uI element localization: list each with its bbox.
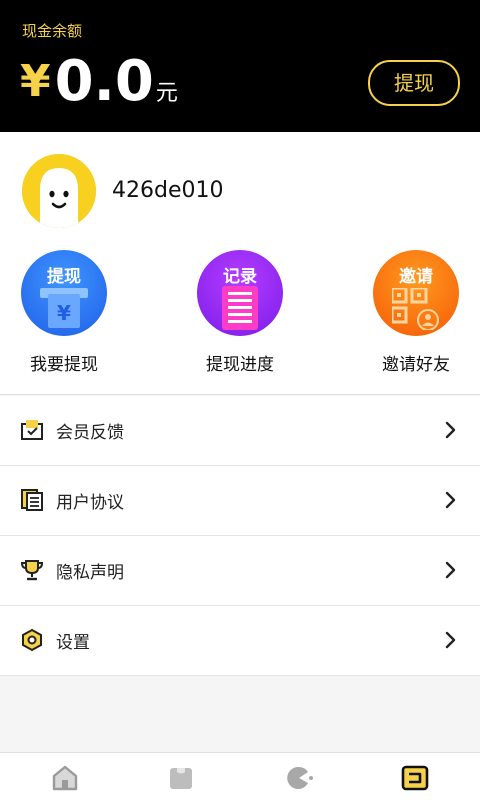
profile-section: 426de010 提现 ¥ 我要提现 记录 提现进度 邀请 邀请好友 [0, 132, 480, 394]
profile-icon[interactable] [400, 763, 430, 793]
balance-display: ¥ 0.0 元 [20, 52, 178, 112]
balance-label: 现金余额 [22, 22, 83, 40]
username: 426de010 [112, 178, 224, 203]
menu-item-label: 隐私声明 [56, 563, 124, 583]
menu-item-user-agreement[interactable]: 用户协议 [0, 466, 480, 536]
feedback-icon [21, 420, 43, 440]
record-list-icon[interactable]: 记录 [197, 250, 283, 336]
withdraw-yen-icon[interactable]: 提现 ¥ [21, 250, 107, 336]
balance-header: 现金余额 ¥ 0.0 元 提现 [0, 0, 480, 132]
action-withdraw-badge: 提现 [47, 267, 81, 287]
balance-amount: 0.0 [54, 49, 154, 114]
menu-item-label: 用户协议 [56, 493, 124, 513]
action-invite-badge: 邀请 [399, 267, 433, 287]
menu-item-label: 设置 [56, 633, 90, 653]
qr-invite-icon[interactable]: 邀请 [373, 250, 459, 336]
bag-icon[interactable] [166, 763, 196, 793]
menu-item-privacy[interactable]: 隐私声明 [0, 536, 480, 606]
chevron-right-icon [445, 561, 456, 579]
chevron-right-icon [445, 421, 456, 439]
menu-item-feedback[interactable]: 会员反馈 [0, 396, 480, 466]
quick-actions: 提现 ¥ 我要提现 记录 提现进度 邀请 邀请好友 [0, 250, 480, 380]
action-withdraw-label: 我要提现 [30, 355, 98, 375]
action-invite-label: 邀请好友 [382, 355, 450, 375]
action-record[interactable]: 记录 提现进度 [180, 250, 300, 375]
trophy-icon [20, 560, 44, 581]
action-record-badge: 记录 [223, 267, 257, 287]
action-withdraw[interactable]: 提现 ¥ 我要提现 [4, 250, 124, 375]
section-divider [0, 394, 480, 395]
action-invite[interactable]: 邀请 邀请好友 [356, 250, 476, 375]
home-icon[interactable] [50, 763, 80, 793]
settings-nut-icon [22, 628, 42, 652]
game-icon[interactable] [284, 763, 314, 793]
svg-text:¥: ¥ [57, 301, 71, 325]
chevron-right-icon [445, 631, 456, 649]
bottom-tab-bar [0, 752, 480, 801]
withdraw-button[interactable]: 提现 [368, 60, 460, 106]
document-icon [21, 489, 43, 511]
settings-menu: 会员反馈 用户协议 隐私声明 设置 [0, 396, 480, 676]
balance-unit: 元 [155, 81, 178, 106]
currency-symbol: ¥ [20, 56, 51, 107]
action-record-label: 提现进度 [206, 355, 274, 375]
ghost-face-avatar-icon [22, 154, 96, 228]
avatar[interactable] [22, 154, 96, 228]
chevron-right-icon [445, 491, 456, 509]
menu-item-label: 会员反馈 [56, 423, 124, 443]
menu-item-settings[interactable]: 设置 [0, 606, 480, 676]
